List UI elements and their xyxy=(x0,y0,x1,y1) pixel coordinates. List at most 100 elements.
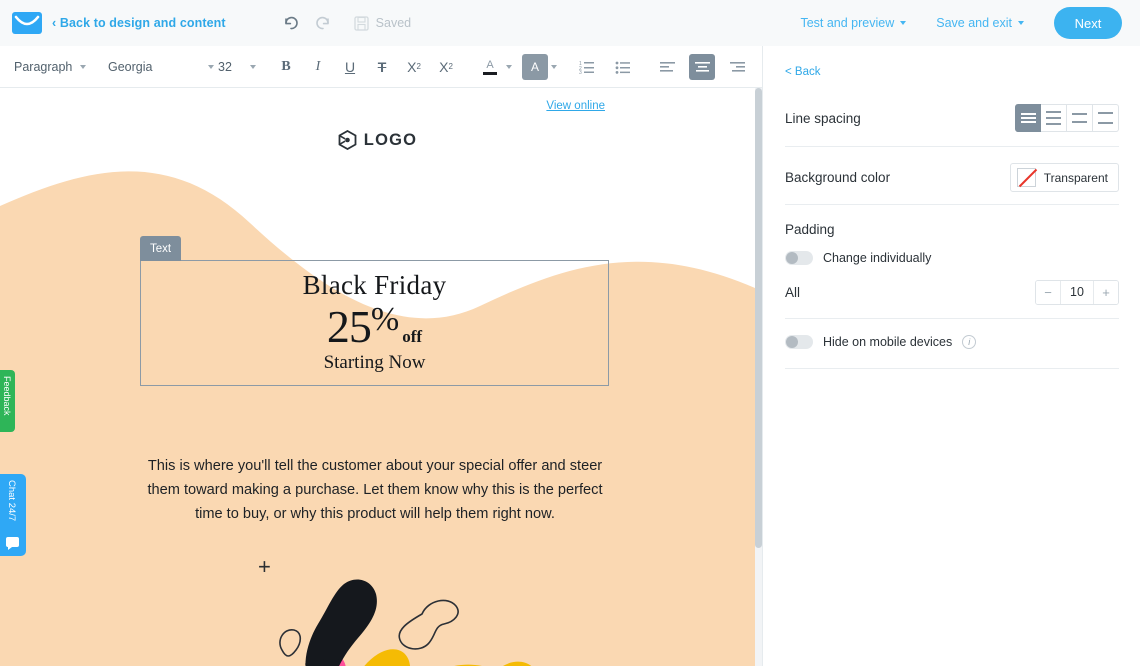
ordered-list-button[interactable]: 1 2 3 xyxy=(574,54,600,80)
unordered-list-button[interactable] xyxy=(610,54,636,80)
padding-label: Padding xyxy=(785,222,835,237)
saved-label: Saved xyxy=(375,16,412,30)
align-center-button[interactable] xyxy=(689,53,715,80)
chevron-down-icon xyxy=(250,64,256,69)
chevron-down-icon[interactable] xyxy=(506,64,512,69)
panel-divider xyxy=(785,368,1119,369)
next-button[interactable]: Next xyxy=(1054,7,1122,39)
canvas-scrollbar-thumb[interactable] xyxy=(755,88,762,548)
color-group: A A xyxy=(468,53,565,81)
off-label: off xyxy=(402,327,423,346)
email-body-copy[interactable]: This is where you'll tell the customer a… xyxy=(140,454,610,526)
line-spacing-row: Line spacing xyxy=(785,104,1119,132)
view-online-link[interactable]: View online xyxy=(546,100,605,112)
line-spacing-medium-button[interactable] xyxy=(1067,104,1093,132)
paragraph-style-select[interactable]: Paragraph xyxy=(8,54,87,80)
email-template: View online LOGO Text Black Friday 25% of… xyxy=(0,88,755,666)
promo-headline: Black Friday xyxy=(302,270,447,300)
superscript-index: 2 xyxy=(448,62,453,71)
panel-divider xyxy=(785,146,1119,147)
panel-divider xyxy=(785,204,1119,205)
settings-panel: < Back Line spacing Background color Tra… xyxy=(762,46,1140,666)
underline-button[interactable]: U xyxy=(337,54,363,80)
feedback-tab[interactable]: Feedback xyxy=(0,370,15,432)
padding-increase-button[interactable]: + xyxy=(1094,281,1118,304)
align-left-button[interactable] xyxy=(654,54,680,80)
panel-back-link[interactable]: < Back xyxy=(785,66,820,78)
line-spacing-compact-button[interactable] xyxy=(1041,104,1067,132)
text-color-swatch xyxy=(483,71,497,75)
padding-all-row: All − 10 + xyxy=(785,280,1119,305)
font-family-value: Georgia xyxy=(108,59,153,74)
format-toolbar: Paragraph Georgia 32 B I U T X2 X 2 A A … xyxy=(0,46,935,88)
chevron-down-icon[interactable] xyxy=(551,64,557,69)
selected-text-block[interactable]: Text Black Friday 25% off Starting Now xyxy=(140,236,609,386)
text-style-group: B I U T X2 X2 xyxy=(264,53,468,81)
email-canvas[interactable]: View online LOGO Text Black Friday 25% of… xyxy=(0,88,762,666)
panel-divider xyxy=(785,318,1119,319)
font-group: Georgia 32 xyxy=(94,53,264,81)
superscript-base: X xyxy=(439,58,449,75)
chat-tab[interactable]: Chat 24/7 xyxy=(0,474,26,556)
chevron-down-icon xyxy=(1018,21,1024,25)
paragraph-style-value: Paragraph xyxy=(14,59,73,74)
email-editor-app: ‹ Back to design and content Saved Test … xyxy=(0,0,1140,666)
save-and-exit-menu[interactable]: Save and exit xyxy=(936,16,1024,30)
promo-subhead: Starting Now xyxy=(323,352,426,373)
padding-all-label: All xyxy=(785,285,801,300)
line-spacing-label: Line spacing xyxy=(785,110,861,126)
test-and-preview-label: Test and preview xyxy=(800,16,895,30)
back-to-design-link[interactable]: ‹ Back to design and content xyxy=(52,16,226,30)
font-size-value: 32 xyxy=(218,59,232,74)
bold-button[interactable]: B xyxy=(273,54,299,80)
background-color-row: Background color Transparent xyxy=(785,163,1119,192)
change-individually-label: Change individually xyxy=(823,251,932,265)
font-family-select[interactable]: Georgia xyxy=(102,54,214,80)
app-logo-icon xyxy=(12,12,42,34)
redo-icon[interactable] xyxy=(314,14,332,32)
highlight-color-button[interactable]: A xyxy=(522,53,548,80)
chat-bubble-icon xyxy=(6,537,19,550)
background-color-label: Background color xyxy=(785,170,891,185)
change-individually-toggle[interactable] xyxy=(785,251,813,265)
subscript-base: X xyxy=(407,58,417,75)
undo-icon[interactable] xyxy=(282,14,300,32)
chat-label: Chat 24/7 xyxy=(6,480,17,522)
line-spacing-options xyxy=(1015,104,1119,132)
percent-symbol: % xyxy=(370,301,400,338)
email-logo[interactable]: LOGO xyxy=(0,130,755,150)
promo-discount: 25% off xyxy=(141,303,608,350)
hexagon-logo-icon xyxy=(338,130,357,150)
background-color-picker[interactable]: Transparent xyxy=(1009,163,1119,192)
line-spacing-single-button[interactable] xyxy=(1015,104,1041,132)
font-size-select[interactable]: 32 xyxy=(214,54,256,80)
hide-on-mobile-row: Hide on mobile devices i xyxy=(785,335,977,349)
strikethrough-button[interactable]: T xyxy=(369,54,395,80)
hero-illustration[interactable] xyxy=(200,572,600,666)
padding-section-title: Padding xyxy=(785,222,1119,237)
subscript-button[interactable]: X2 xyxy=(401,54,427,80)
feedback-label: Feedback xyxy=(2,376,12,416)
list-group: 1 2 3 xyxy=(565,53,645,81)
hide-on-mobile-label: Hide on mobile devices xyxy=(823,335,953,349)
italic-button[interactable]: I xyxy=(305,54,331,80)
top-bar-actions: Test and preview Save and exit Next xyxy=(800,7,1140,39)
change-individually-row: Change individually xyxy=(785,251,931,265)
subscript-index: 2 xyxy=(416,62,421,71)
padding-decrease-button[interactable]: − xyxy=(1036,281,1060,304)
undo-redo-group xyxy=(282,14,332,32)
saved-status: Saved xyxy=(354,15,412,31)
hide-on-mobile-toggle[interactable] xyxy=(785,335,813,349)
transparent-swatch-icon xyxy=(1016,168,1036,187)
discount-number: 25 xyxy=(326,301,372,352)
chevron-down-icon xyxy=(80,64,87,69)
info-icon[interactable]: i xyxy=(962,335,977,349)
line-spacing-loose-button[interactable] xyxy=(1093,104,1119,132)
top-bar: ‹ Back to design and content Saved Test … xyxy=(0,0,1140,46)
padding-value[interactable]: 10 xyxy=(1060,281,1094,304)
align-right-button[interactable] xyxy=(724,54,750,80)
superscript-button[interactable]: X2 xyxy=(433,54,459,80)
block-type-tag[interactable]: Text xyxy=(140,236,181,261)
test-and-preview-menu[interactable]: Test and preview xyxy=(800,16,907,30)
text-color-button[interactable]: A xyxy=(477,54,503,80)
